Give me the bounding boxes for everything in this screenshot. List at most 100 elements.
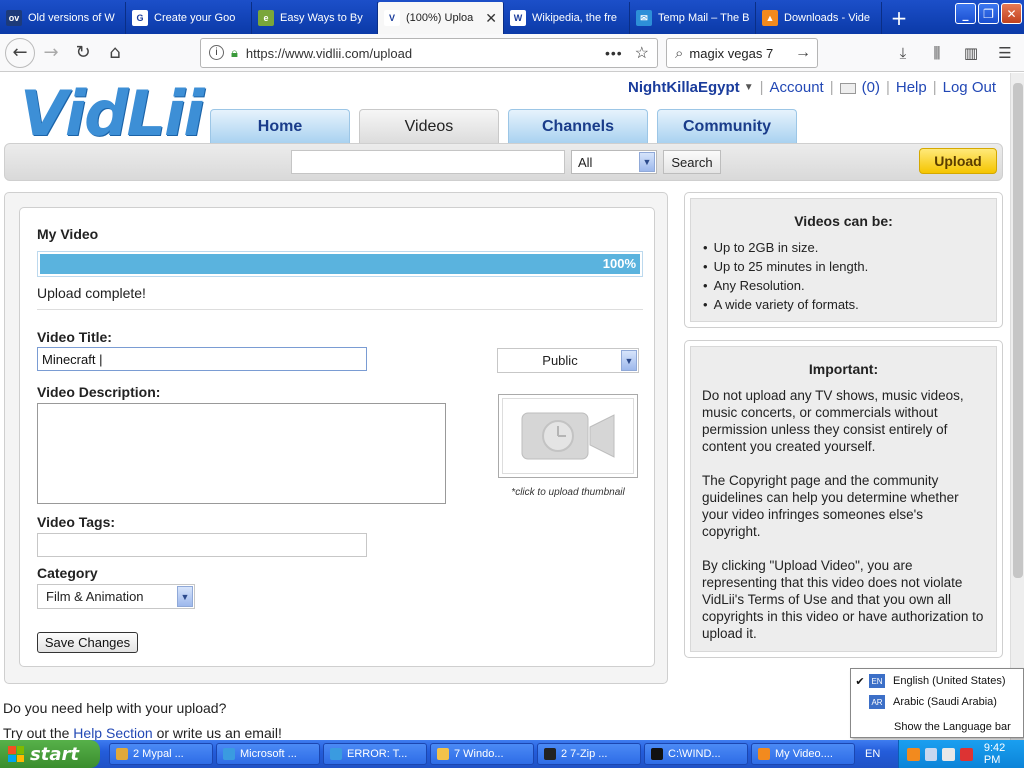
url-bar[interactable]: i 🔒︎ https://www.vidlii.com/upload ••• ☆ bbox=[200, 38, 658, 68]
language-indicator[interactable]: EN bbox=[865, 748, 880, 760]
volume-tray-icon[interactable] bbox=[942, 747, 956, 761]
minimize-button[interactable]: _ bbox=[955, 3, 976, 24]
bookmark-star-icon[interactable]: ☆ bbox=[635, 43, 649, 63]
back-button[interactable]: ← bbox=[5, 37, 35, 68]
taskbar-button[interactable]: C:\WIND... bbox=[644, 743, 748, 765]
home-button[interactable]: ⌂ bbox=[99, 37, 131, 69]
help-line: Try out the Help Section or write us an … bbox=[3, 725, 282, 740]
page-scrollbar[interactable] bbox=[1010, 73, 1024, 740]
browser-tab[interactable]: W Wikipedia, the fre bbox=[504, 2, 630, 34]
nav-tab-home[interactable]: Home bbox=[210, 109, 350, 143]
taskbar-button[interactable]: ERROR: T... bbox=[323, 743, 427, 765]
category-select[interactable]: Film & Animation ▼ bbox=[37, 584, 195, 609]
forward-button[interactable]: → bbox=[35, 37, 67, 69]
new-tab-button[interactable]: + bbox=[882, 2, 916, 34]
thumbnail-hint: *click to upload thumbnail bbox=[511, 487, 625, 498]
chevron-down-icon[interactable]: ▼ bbox=[744, 82, 754, 93]
browser-navbar: ← → ↻ ⌂ i 🔒︎ https://www.vidlii.com/uplo… bbox=[0, 34, 1024, 72]
save-changes-button[interactable]: Save Changes bbox=[37, 632, 138, 653]
tags-label: Video Tags: bbox=[37, 514, 116, 530]
downloads-icon[interactable]: ⤓ bbox=[888, 38, 918, 68]
start-button[interactable]: start bbox=[0, 740, 100, 768]
windows-taskbar: start 2 Mypal ... Microsoft ... ERROR: T… bbox=[0, 740, 1024, 768]
video-form-card: My Video 100% Upload complete! Video Tit… bbox=[19, 207, 655, 667]
favicon-icon: V bbox=[384, 10, 400, 26]
browser-tab[interactable]: ✉ Temp Mail – The B bbox=[630, 2, 756, 34]
list-item: Up to 2GB in size. bbox=[703, 238, 868, 257]
chevron-down-icon[interactable]: ▼ bbox=[177, 586, 193, 607]
nav-tab-channels[interactable]: Channels bbox=[508, 109, 648, 143]
chevron-down-icon[interactable]: ▼ bbox=[639, 152, 655, 172]
tab-label: Easy Ways to By bbox=[280, 12, 363, 24]
chevron-down-icon[interactable]: ▼ bbox=[621, 350, 637, 371]
taskbar-button[interactable]: 2 7-Zip ... bbox=[537, 743, 641, 765]
browser-tab[interactable]: ▲ Downloads - Vide bbox=[756, 2, 882, 34]
help-question: Do you need help with your upload? bbox=[3, 700, 227, 716]
video-title-input[interactable]: Minecraft | bbox=[37, 347, 367, 371]
close-tab-icon[interactable]: ✕ bbox=[485, 10, 497, 27]
title-label: Video Title: bbox=[37, 329, 112, 345]
language-code-badge: AR bbox=[869, 695, 885, 709]
site-search-button[interactable]: Search bbox=[663, 150, 721, 174]
help-section-link[interactable]: Help Section bbox=[73, 725, 152, 740]
nav-tab-videos[interactable]: Videos bbox=[359, 109, 499, 143]
language-option-english[interactable]: ✔ EN English (United States) bbox=[851, 671, 1023, 691]
privacy-select[interactable]: Public ▼ bbox=[497, 348, 639, 373]
video-tags-input[interactable] bbox=[37, 533, 367, 557]
scrollbar-thumb[interactable] bbox=[1013, 83, 1023, 578]
taskbar-button[interactable]: Microsoft ... bbox=[216, 743, 320, 765]
list-item: A wide variety of formats. bbox=[703, 295, 868, 314]
search-go-arrow-icon[interactable]: → bbox=[795, 44, 811, 62]
system-tray: 9:42 PM bbox=[898, 740, 1024, 768]
taskbar-button[interactable]: 7 Windo... bbox=[430, 743, 534, 765]
search-scope-select[interactable]: All ▼ bbox=[571, 150, 657, 174]
browser-search-box[interactable]: ⌕ magix vegas 7 → bbox=[666, 38, 818, 68]
category-value: Film & Animation bbox=[46, 589, 144, 604]
site-search-input[interactable] bbox=[291, 150, 565, 174]
sidebar-icon[interactable]: ▥ bbox=[956, 38, 986, 68]
page-actions-icon[interactable]: ••• bbox=[605, 45, 623, 61]
browser-tab[interactable]: ov Old versions of W bbox=[0, 2, 126, 34]
library-icon[interactable]: ⫼ bbox=[922, 38, 952, 68]
vlc-tray-icon[interactable] bbox=[907, 747, 920, 761]
taskbar-button[interactable]: My Video.... bbox=[751, 743, 855, 765]
help-link[interactable]: Help bbox=[896, 79, 927, 96]
list-item: Up to 25 minutes in length. bbox=[703, 257, 869, 276]
window-controls: _ ❐ ✕ bbox=[955, 3, 1022, 24]
search-icon: ⌕ bbox=[675, 44, 684, 62]
video-description-textarea[interactable] bbox=[37, 403, 446, 504]
upload-panel: My Video 100% Upload complete! Video Tit… bbox=[4, 192, 668, 684]
language-option-arabic[interactable]: AR Arabic (Saudi Arabia) bbox=[851, 692, 1023, 712]
important-title: Important: bbox=[808, 361, 879, 377]
show-language-bar-option[interactable]: Show the Language bar bbox=[894, 721, 1011, 733]
menu-icon[interactable]: ☰ bbox=[990, 38, 1020, 68]
username-link[interactable]: NightKillaEgypt bbox=[628, 79, 740, 96]
account-link[interactable]: Account bbox=[770, 79, 824, 96]
divider bbox=[37, 309, 643, 310]
tab-label: Temp Mail – The B bbox=[658, 12, 749, 24]
security-tray-icon[interactable] bbox=[960, 747, 973, 761]
videos-info-title: Videos can be: bbox=[794, 213, 893, 229]
close-window-button[interactable]: ✕ bbox=[1001, 3, 1022, 24]
web-page: VidLii NightKillaEgypt ▼ | Account | (0)… bbox=[0, 73, 1010, 740]
upload-button[interactable]: Upload bbox=[919, 148, 997, 174]
mail-icon[interactable] bbox=[839, 83, 856, 94]
browser-tab[interactable]: V (100%) Uploa ✕ bbox=[378, 2, 504, 34]
vidlii-logo[interactable]: VidLii bbox=[20, 77, 205, 150]
reload-button[interactable]: ↻ bbox=[67, 37, 99, 69]
browser-tab[interactable]: G Create your Goo bbox=[126, 2, 252, 34]
thumbnail-upload[interactable] bbox=[498, 394, 638, 478]
logout-link[interactable]: Log Out bbox=[943, 79, 996, 96]
taskbar-button[interactable]: 2 Mypal ... bbox=[109, 743, 213, 765]
network-tray-icon[interactable] bbox=[924, 747, 938, 761]
nav-tab-community[interactable]: Community bbox=[657, 109, 797, 143]
language-label: Arabic (Saudi Arabia) bbox=[893, 696, 997, 708]
browser-tab[interactable]: e Easy Ways to By bbox=[252, 2, 378, 34]
info-icon[interactable]: i bbox=[209, 45, 224, 60]
video-camera-icon bbox=[521, 412, 615, 460]
user-bar: NightKillaEgypt ▼ | Account | (0) | Help… bbox=[628, 79, 996, 96]
messages-count-link[interactable]: (0) bbox=[862, 79, 880, 96]
important-paragraph: Do not upload any TV shows, music videos… bbox=[702, 388, 964, 454]
description-label: Video Description: bbox=[37, 384, 161, 400]
maximize-button[interactable]: ❐ bbox=[978, 3, 999, 24]
